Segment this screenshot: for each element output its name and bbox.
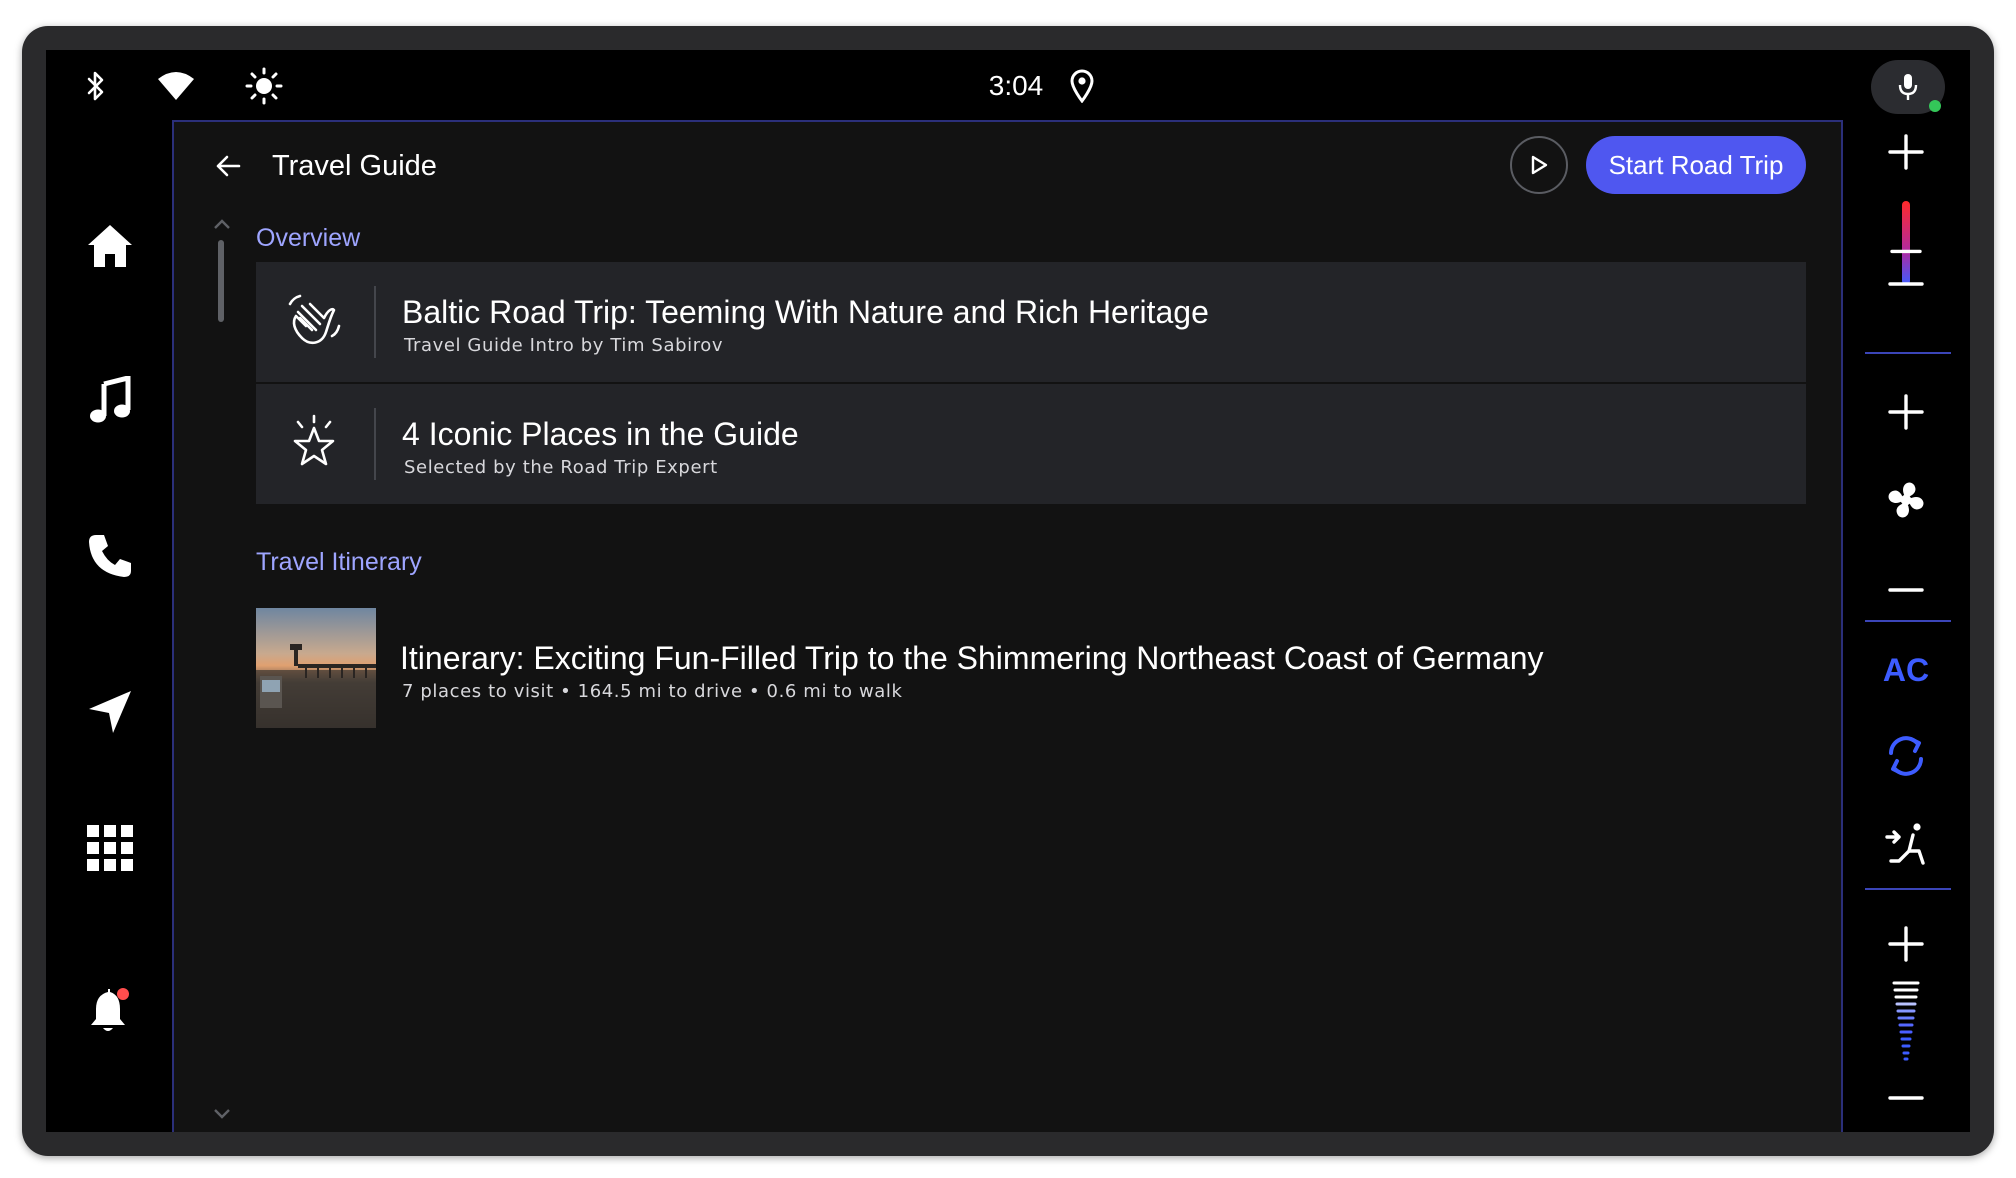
list-item-subtitle: Travel Guide Intro by Tim Sabirov bbox=[404, 335, 724, 356]
back-arrow-icon bbox=[216, 155, 241, 177]
climate-controls: AC bbox=[1841, 120, 1970, 1132]
minus-icon bbox=[1888, 1096, 1924, 1100]
bluetooth-icon[interactable] bbox=[76, 66, 116, 106]
itinerary-thumbnail bbox=[256, 608, 376, 728]
mic-active-indicator bbox=[1929, 100, 1941, 112]
music-note-icon[interactable] bbox=[80, 370, 140, 430]
app-grid-icon[interactable] bbox=[80, 818, 140, 878]
list-item-title: Itinerary: Exciting Fun-Filled Trip to t… bbox=[400, 640, 1544, 676]
clock: 3:04 bbox=[988, 70, 1044, 101]
ac-toggle-button[interactable]: AC bbox=[1873, 640, 1939, 700]
play-icon bbox=[1531, 155, 1548, 175]
temperature-decrease-button[interactable] bbox=[1873, 254, 1939, 314]
fan-icon bbox=[1873, 470, 1939, 530]
start-road-trip-button[interactable]: Start Road Trip bbox=[1586, 136, 1806, 194]
section-label-itinerary: Travel Itinerary bbox=[256, 548, 422, 576]
divider bbox=[1865, 352, 1951, 354]
minus-icon bbox=[1888, 282, 1924, 286]
divider bbox=[1865, 888, 1951, 890]
scroll-down-button[interactable] bbox=[210, 1106, 234, 1122]
airflow-direction-icon[interactable] bbox=[1873, 814, 1939, 874]
travel-guide-page: Travel Guide Start Road Trip Overview Ba… bbox=[174, 120, 1841, 1132]
home-icon[interactable] bbox=[80, 216, 140, 276]
notification-bell-icon[interactable] bbox=[80, 980, 140, 1040]
list-item-subtitle: 7 places to visit • 164.5 mi to drive • … bbox=[402, 681, 903, 702]
seat-heat-level-indicator bbox=[1873, 978, 1939, 1064]
divider bbox=[374, 408, 376, 480]
play-button[interactable] bbox=[1510, 136, 1568, 194]
chevron-up-icon bbox=[214, 219, 230, 229]
section-label-overview: Overview bbox=[256, 224, 361, 252]
phone-icon[interactable] bbox=[80, 526, 140, 586]
ac-label: AC bbox=[1882, 651, 1930, 688]
list-item-title: Baltic Road Trip: Teeming With Nature an… bbox=[402, 294, 1209, 330]
chevron-down-icon bbox=[214, 1109, 230, 1119]
navigation-arrow-icon[interactable] bbox=[80, 682, 140, 742]
list-item-subtitle: Selected by the Road Trip Expert bbox=[404, 457, 718, 478]
sparkle-star-icon bbox=[278, 408, 350, 480]
app-header: Travel Guide Start Road Trip bbox=[174, 122, 1841, 208]
voice-assistant-button[interactable] bbox=[1871, 60, 1945, 114]
temperature-increase-button[interactable] bbox=[1873, 122, 1939, 182]
back-button[interactable] bbox=[204, 142, 252, 190]
divider bbox=[374, 286, 376, 358]
wifi-icon[interactable] bbox=[156, 66, 196, 106]
waving-hand-icon bbox=[278, 286, 350, 358]
list-item-travel-guide-intro[interactable]: Baltic Road Trip: Teeming With Nature an… bbox=[256, 262, 1806, 382]
brightness-icon[interactable] bbox=[244, 66, 284, 106]
status-bar: 3:04 bbox=[46, 50, 1970, 120]
recirculation-icon[interactable] bbox=[1873, 726, 1939, 786]
seat-heat-increase-button[interactable] bbox=[1873, 914, 1939, 974]
fan-decrease-button[interactable] bbox=[1873, 560, 1939, 620]
list-item-itinerary[interactable]: Itinerary: Exciting Fun-Filled Trip to t… bbox=[256, 608, 1806, 728]
location-pin-icon[interactable] bbox=[1062, 66, 1102, 106]
plus-icon bbox=[1888, 134, 1924, 170]
page-title: Travel Guide bbox=[272, 150, 437, 182]
plus-icon bbox=[1888, 394, 1924, 430]
minus-icon bbox=[1888, 588, 1924, 592]
scrollbar-thumb[interactable] bbox=[218, 240, 224, 322]
seat-heat-decrease-button[interactable] bbox=[1873, 1068, 1939, 1128]
car-display: 3:04 Travel Guide Start Road Trip Overvi… bbox=[46, 50, 1970, 1132]
scroll-up-button[interactable] bbox=[210, 216, 234, 232]
list-item-iconic-places[interactable]: 4 Iconic Places in the Guide Selected by… bbox=[256, 384, 1806, 504]
plus-icon bbox=[1888, 926, 1924, 962]
divider bbox=[1865, 620, 1951, 622]
app-rail bbox=[46, 120, 174, 1132]
list-item-title: 4 Iconic Places in the Guide bbox=[402, 416, 799, 452]
fan-increase-button[interactable] bbox=[1873, 382, 1939, 442]
microphone-icon bbox=[1898, 74, 1918, 100]
